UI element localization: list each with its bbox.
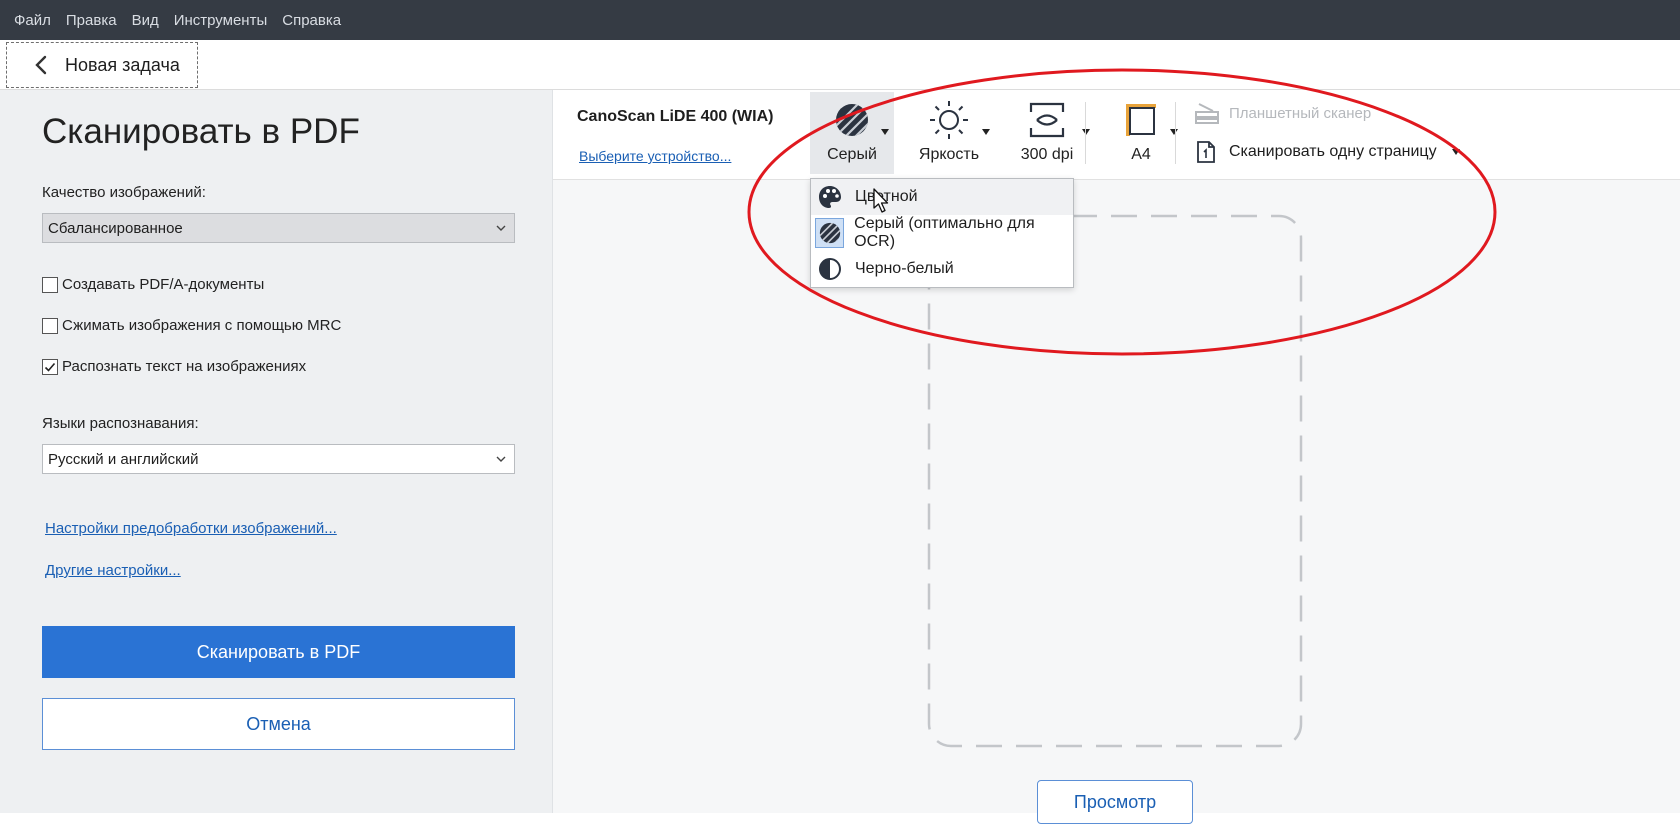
- half-circle-icon: [815, 254, 845, 284]
- color-mode-button[interactable]: Серый: [810, 92, 894, 174]
- resolution-icon: [1025, 98, 1069, 142]
- languages-select[interactable]: Русский и английский: [42, 444, 515, 474]
- page-title: Сканировать в PDF: [42, 112, 360, 151]
- ocr-checkbox[interactable]: [42, 358, 58, 375]
- grey-hatch-icon: [815, 218, 845, 248]
- resolution-label: 300 dpi: [1020, 146, 1074, 163]
- ocr-checkbox-row[interactable]: Распознать текст на изображениях: [42, 358, 306, 375]
- caret-down-icon: [1170, 129, 1178, 135]
- color-mode-menu: Цветной Серый (оптимально для OCR) Черно…: [810, 178, 1074, 288]
- other-settings-link[interactable]: Другие настройки...: [45, 562, 181, 579]
- device-name: CanoScan LiDE 400 (WIA): [577, 108, 774, 125]
- mrc-checkbox-label: Сжимать изображения с помощью MRC: [62, 317, 342, 334]
- resolution-button[interactable]: 300 dpi: [999, 92, 1095, 174]
- pdfa-checkbox-label: Создавать PDF/A-документы: [62, 276, 265, 293]
- page-placeholder-outline: [927, 214, 1303, 748]
- color-mode-label: Серый: [827, 146, 877, 163]
- chevron-down-icon: [494, 221, 508, 235]
- palette-icon: [815, 182, 845, 212]
- checkmark-icon: [44, 362, 56, 372]
- back-button-label: Новая задача: [65, 54, 180, 75]
- caret-down-icon: [982, 129, 990, 135]
- scanner-toolbar: CanoScan LiDE 400 (WIA) Выберите устройс…: [553, 90, 1680, 180]
- ocr-checkbox-label: Распознать текст на изображениях: [62, 358, 307, 375]
- new-task-back-button[interactable]: Новая задача: [6, 42, 198, 88]
- preview-area: Просмотр: [553, 180, 1680, 824]
- mrc-checkbox[interactable]: [42, 317, 58, 334]
- quality-label: Качество изображений:: [42, 184, 206, 201]
- caret-down-icon: [881, 129, 889, 135]
- preview-button[interactable]: Просмотр: [1037, 780, 1193, 824]
- quality-select[interactable]: Сбалансированное: [42, 213, 515, 243]
- sun-icon: [927, 98, 971, 142]
- menu-tools[interactable]: Инструменты: [174, 12, 268, 29]
- paper-size-icon: [1119, 98, 1163, 142]
- grey-hatch-icon: [830, 98, 874, 142]
- pdfa-checkbox-row[interactable]: Создавать PDF/A-документы: [42, 276, 264, 293]
- menu-help[interactable]: Справка: [282, 12, 341, 29]
- languages-select-value: Русский и английский: [48, 450, 199, 468]
- color-option-color[interactable]: Цветной: [811, 179, 1073, 215]
- color-option-grey[interactable]: Серый (оптимально для OCR): [811, 215, 1073, 251]
- menu-bar: Файл Правка Вид Инструменты Справка: [0, 0, 1680, 40]
- cancel-button[interactable]: Отмена: [42, 698, 515, 750]
- brightness-button[interactable]: Яркость: [903, 92, 995, 174]
- pdfa-checkbox[interactable]: [42, 276, 58, 293]
- settings-panel: Сканировать в PDF Качество изображений: …: [0, 90, 553, 813]
- scan-mode-label: Сканировать одну страницу: [1229, 143, 1437, 160]
- caret-down-icon: [1082, 129, 1090, 135]
- paper-size-label: A4: [1131, 146, 1151, 163]
- menu-edit[interactable]: Правка: [66, 12, 117, 29]
- menu-file[interactable]: Файл: [14, 12, 51, 29]
- flatbed-scanner-label: Планшетный сканер: [1229, 104, 1372, 122]
- caret-down-icon: [1451, 149, 1460, 155]
- scan-to-pdf-button[interactable]: Сканировать в PDF: [42, 626, 515, 678]
- preprocessing-settings-link[interactable]: Настройки предобработки изображений...: [45, 520, 337, 537]
- paper-size-button[interactable]: A4: [1099, 92, 1183, 174]
- toolbar-separator: [1085, 102, 1086, 164]
- quality-select-value: Сбалансированное: [48, 219, 183, 237]
- flatbed-scanner-option: Планшетный сканер: [1193, 100, 1371, 126]
- menu-view[interactable]: Вид: [132, 12, 159, 29]
- select-device-link[interactable]: Выберите устройство...: [579, 148, 731, 164]
- task-bar: Новая задача: [0, 40, 1680, 90]
- bw-option-label: Черно-белый: [855, 260, 954, 277]
- color-option-bw[interactable]: Черно-белый: [811, 251, 1073, 287]
- flatbed-scanner-icon: [1193, 100, 1221, 126]
- single-page-icon: [1195, 140, 1217, 164]
- mrc-checkbox-row[interactable]: Сжимать изображения с помощью MRC: [42, 317, 341, 334]
- grey-option-label: Серый (оптимально для OCR): [854, 215, 1035, 250]
- scan-mode-dropdown[interactable]: Сканировать одну страницу: [1195, 140, 1461, 164]
- languages-label: Языки распознавания:: [42, 415, 199, 432]
- mouse-cursor-icon: [873, 188, 889, 213]
- brightness-label: Яркость: [918, 146, 980, 163]
- chevron-down-icon: [494, 452, 508, 466]
- chevron-left-icon: [27, 50, 57, 80]
- toolbar-separator: [1175, 102, 1176, 164]
